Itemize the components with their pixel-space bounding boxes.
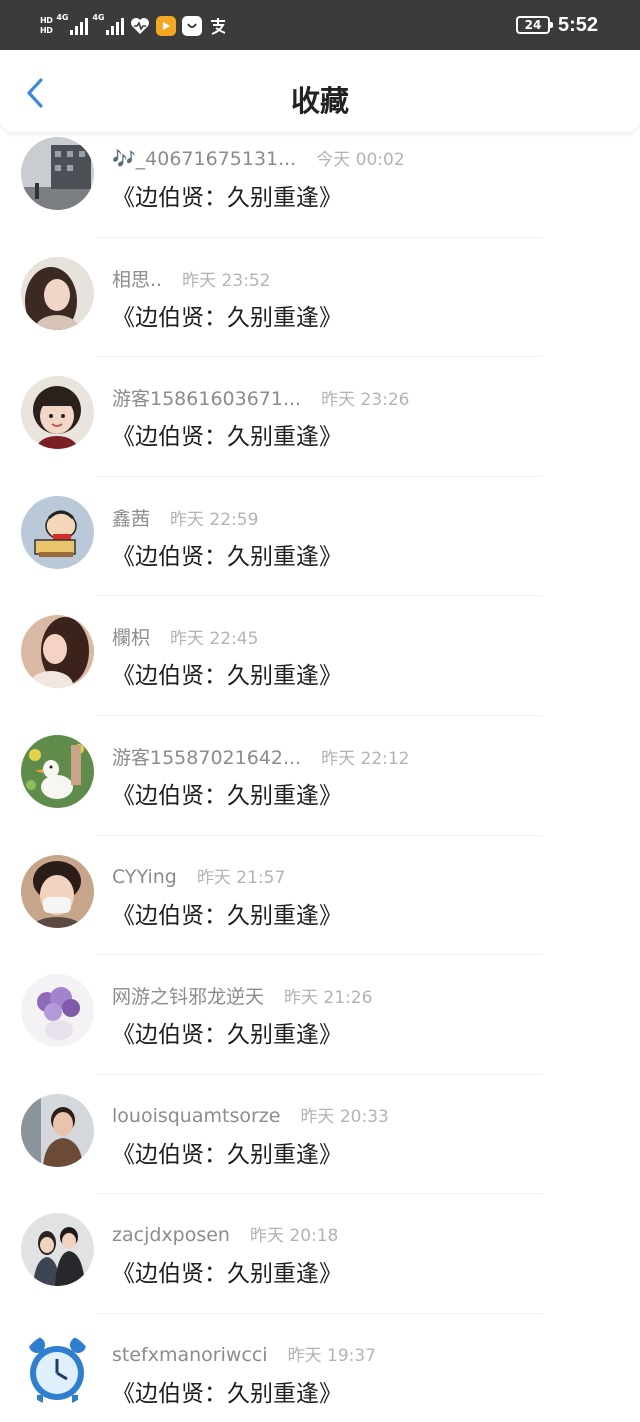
timestamp: 昨天 19:37 xyxy=(287,1345,376,1366)
list-item[interactable]: CYYing 昨天 21:57 《边伯贤：久别重逢》 xyxy=(0,836,640,956)
white-bag-app-icon xyxy=(182,16,203,36)
avatar[interactable] xyxy=(21,854,94,928)
user-name[interactable]: stefxmanoriwcci xyxy=(112,1344,268,1366)
avatar[interactable] xyxy=(21,256,94,330)
timestamp: 昨天 22:45 xyxy=(170,629,259,650)
avatar[interactable] xyxy=(21,495,94,569)
sim2-network-label: 4G xyxy=(92,13,105,22)
status-icons-right: 24 5:52 xyxy=(515,12,598,38)
list-item[interactable]: 游客15587021642... 昨天 22:12 《边伯贤：久别重逢》 xyxy=(0,716,640,836)
list-item[interactable]: 鑫茜 昨天 22:59 《边伯贤：久别重逢》 xyxy=(0,477,640,597)
list-item[interactable]: 相思.. 昨天 23:52 《边伯贤：久别重逢》 xyxy=(0,238,640,358)
status-icons-left: HD HD 4G 4G xyxy=(40,13,228,38)
book-title[interactable]: 《边伯贤：久别重逢》 xyxy=(112,1374,342,1408)
book-title[interactable]: 《边伯贤：久别重逢》 xyxy=(112,298,342,332)
book-title[interactable]: 《边伯贤：久别重逢》 xyxy=(112,1254,342,1288)
user-name[interactable]: 🎶_40671675131... xyxy=(112,147,296,170)
book-title[interactable]: 《边伯贤：久别重逢》 xyxy=(112,537,342,571)
timestamp: 昨天 22:59 xyxy=(170,509,259,530)
avatar[interactable] xyxy=(21,615,94,689)
timestamp: 昨天 20:33 xyxy=(300,1106,389,1127)
avatar[interactable] xyxy=(21,974,94,1048)
user-name[interactable]: 游客15587021642... xyxy=(112,743,301,770)
user-name[interactable]: 网游之钭邪龙逆天 xyxy=(112,982,264,1009)
hd-label-2: HD xyxy=(40,26,53,35)
page-header: 收藏 xyxy=(0,50,640,132)
avatar[interactable] xyxy=(21,1332,94,1406)
favorites-list: 🎶_40671675131... 今天 00:02 《边伯贤：久别重逢》 相思..… xyxy=(0,118,640,1422)
timestamp: 今天 00:02 xyxy=(316,150,405,170)
timestamp: 昨天 21:57 xyxy=(196,867,286,888)
page-title: 收藏 xyxy=(290,84,349,118)
user-name[interactable]: louoisquamtsorze xyxy=(112,1105,280,1127)
alipay-icon xyxy=(208,16,228,36)
avatar[interactable] xyxy=(21,376,94,450)
user-name[interactable]: 鑫茜 xyxy=(112,504,150,531)
hd-indicator: HD HD xyxy=(40,16,53,35)
list-item[interactable]: 欄枳 昨天 22:45 《边伯贤：久别重逢》 xyxy=(0,596,640,716)
avatar[interactable] xyxy=(21,1093,94,1167)
list-item[interactable]: stefxmanoriwcci 昨天 19:37 《边伯贤：久别重逢》 xyxy=(0,1314,640,1422)
book-title[interactable]: 《边伯贤：久别重逢》 xyxy=(112,656,342,690)
user-name[interactable]: 相思.. xyxy=(112,265,162,292)
user-name[interactable]: CYYing xyxy=(112,866,177,888)
list-item[interactable]: zacjdxposen 昨天 20:18 《边伯贤：久别重逢》 xyxy=(0,1194,640,1314)
status-bar: HD HD 4G 4G 24 5:52 xyxy=(0,0,640,50)
list-item[interactable]: 网游之钭邪龙逆天 昨天 21:26 《边伯贤：久别重逢》 xyxy=(0,955,640,1075)
book-title[interactable]: 《边伯贤：久别重逢》 xyxy=(112,1135,342,1169)
sim1-network-label: 4G xyxy=(56,13,69,22)
user-name[interactable]: 游客15861603671... xyxy=(112,384,301,411)
orange-video-app-icon xyxy=(156,16,177,36)
list-item[interactable]: 🎶_40671675131... 今天 00:02 《边伯贤：久别重逢》 xyxy=(0,118,640,238)
book-title[interactable]: 《边伯贤：久别重逢》 xyxy=(112,178,342,212)
battery-icon: 24 xyxy=(515,16,553,34)
timestamp: 昨天 23:26 xyxy=(321,390,410,411)
book-title[interactable]: 《边伯贤：久别重逢》 xyxy=(112,1015,342,1049)
heart-rate-icon xyxy=(130,16,150,36)
avatar[interactable] xyxy=(21,734,94,808)
user-name[interactable]: zacjdxposen xyxy=(112,1224,230,1246)
book-title[interactable]: 《边伯贤：久别重逢》 xyxy=(112,776,342,810)
book-title[interactable]: 《边伯贤：久别重逢》 xyxy=(112,417,342,451)
signal-sim1-icon: 4G xyxy=(56,13,89,35)
timestamp: 昨天 22:12 xyxy=(321,748,410,769)
status-time: 5:52 xyxy=(557,13,598,36)
timestamp: 昨天 23:52 xyxy=(182,270,271,291)
avatar[interactable] xyxy=(21,137,94,210)
list-item[interactable]: louoisquamtsorze 昨天 20:33 《边伯贤：久别重逢》 xyxy=(0,1075,640,1195)
book-title[interactable]: 《边伯贤：久别重逢》 xyxy=(112,896,342,930)
timestamp: 昨天 21:26 xyxy=(284,988,373,1009)
avatar[interactable] xyxy=(21,1213,94,1287)
list-item[interactable]: 游客15861603671... 昨天 23:26 《边伯贤：久别重逢》 xyxy=(0,357,640,477)
hd-label-1: HD xyxy=(40,16,53,25)
battery-level: 24 xyxy=(524,18,542,32)
signal-sim2-icon: 4G xyxy=(92,13,125,35)
timestamp: 昨天 20:18 xyxy=(249,1226,339,1247)
user-name[interactable]: 欄枳 xyxy=(112,623,150,650)
